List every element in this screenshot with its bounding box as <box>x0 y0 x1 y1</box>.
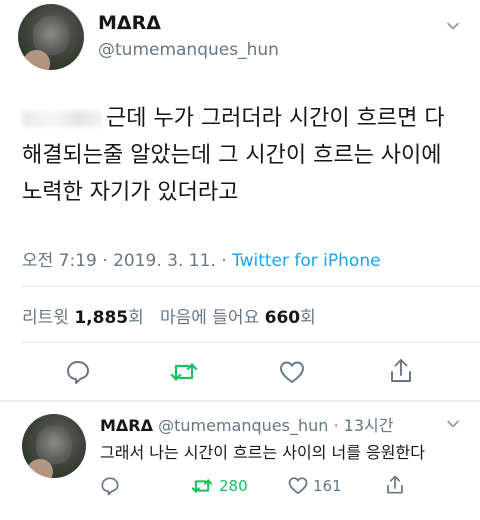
redacted-text <box>22 111 102 127</box>
tweet-stats: 리트윗 1,885회 마음에 들어요 660회 <box>22 303 316 328</box>
speech-bubble-icon <box>67 361 89 384</box>
heart-icon <box>280 361 304 383</box>
reply-share-button[interactable] <box>385 474 405 496</box>
reply-avatar[interactable] <box>22 414 86 478</box>
likes-count: 660 <box>264 308 301 328</box>
reply-retweet-count: 280 <box>219 477 248 495</box>
speech-bubble-icon <box>101 477 119 496</box>
reply-handle-time[interactable]: @tumemanques_hun · 13시간 <box>158 416 393 435</box>
reply-like-button[interactable]: 161 <box>288 476 342 495</box>
share-icon <box>391 359 411 382</box>
reply-like-count: 161 <box>313 476 342 495</box>
tweet-text: 근데 누가 그러더라 시간이 흐르면 다 해결되는줄 알았는데 그 시간이 흐르… <box>22 100 462 211</box>
chevron-down-icon[interactable] <box>446 416 460 430</box>
like-button[interactable] <box>278 358 306 386</box>
timestamp-text: 오전 7:19 · 2019. 3. 11. · <box>22 251 233 271</box>
divider <box>0 400 480 402</box>
likes-stat[interactable]: 마음에 들어요 660회 <box>160 308 316 328</box>
heart-icon <box>288 477 308 495</box>
retweet-icon <box>170 363 198 381</box>
user-handle[interactable]: @tumemanques_hun <box>98 40 279 60</box>
avatar[interactable] <box>18 4 84 70</box>
reply-reply-button[interactable] <box>100 476 120 496</box>
retweets-stat[interactable]: 리트윗 1,885회 <box>22 308 144 328</box>
chevron-down-icon[interactable] <box>446 18 460 32</box>
reply-button[interactable] <box>64 358 92 386</box>
reply-display-name[interactable]: MΔRΔ <box>100 416 153 435</box>
share-button[interactable] <box>387 356 415 386</box>
display-name[interactable]: MΔRΔ <box>98 12 161 34</box>
retweet-button[interactable] <box>168 358 200 386</box>
divider <box>22 286 480 287</box>
retweets-count: 1,885 <box>74 308 129 328</box>
reply-retweet-button[interactable]: 280 <box>190 476 248 496</box>
tweet-timestamp: 오전 7:19 · 2019. 3. 11. · Twitter for iPh… <box>22 246 381 271</box>
reply-header: MΔRΔ @tumemanques_hun · 13시간 <box>100 412 393 436</box>
share-icon <box>387 475 403 494</box>
reply-text: 그래서 나는 시간이 흐르는 사이의 너를 응원한다 <box>100 443 425 462</box>
divider <box>22 342 480 343</box>
retweet-icon <box>191 479 213 493</box>
source-link[interactable]: Twitter for iPhone <box>232 251 381 271</box>
